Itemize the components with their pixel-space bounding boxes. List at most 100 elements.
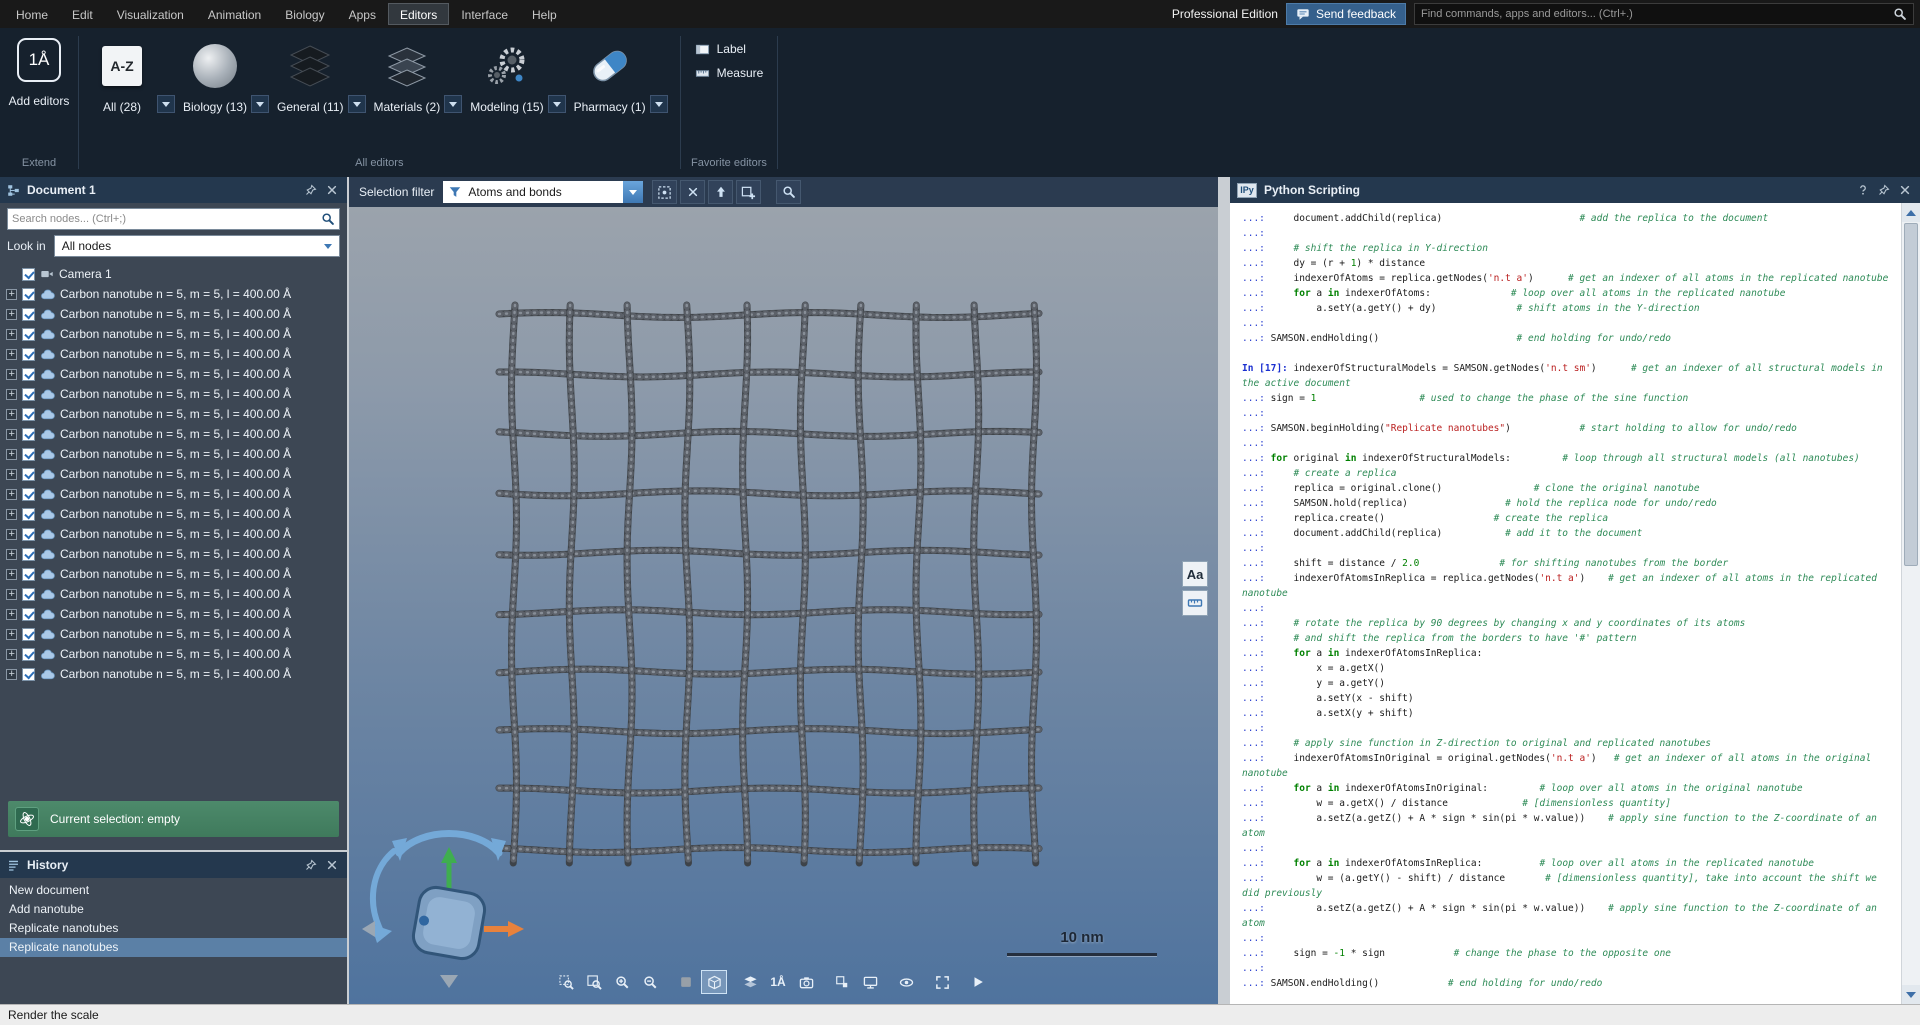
checkbox-checked[interactable] <box>22 488 35 501</box>
expand-icon[interactable] <box>6 549 17 560</box>
scroll-up-button[interactable] <box>1902 203 1920 222</box>
ribbon-category-modeling-15[interactable]: Modeling (15) <box>466 34 569 114</box>
checkbox-checked[interactable] <box>22 568 35 581</box>
expand-icon[interactable] <box>6 329 17 340</box>
tree-row-nanotube[interactable]: Carbon nanotube n = 5, m = 5, l = 400.00… <box>0 484 347 504</box>
visibility-button[interactable] <box>893 970 919 994</box>
checkbox-checked[interactable] <box>22 348 35 361</box>
checkbox-checked[interactable] <box>22 528 35 541</box>
document-tree[interactable]: Camera 1Carbon nanotube n = 5, m = 5, l … <box>0 262 347 801</box>
node-search-input[interactable] <box>12 213 321 225</box>
tree-row-nanotube[interactable]: Carbon nanotube n = 5, m = 5, l = 400.00… <box>0 404 347 424</box>
tree-row-nanotube[interactable]: Carbon nanotube n = 5, m = 5, l = 400.00… <box>0 564 347 584</box>
favorite-label[interactable]: Label <box>689 38 770 60</box>
checkbox-checked[interactable] <box>22 468 35 481</box>
expand-icon[interactable] <box>6 489 17 500</box>
tree-row-nanotube[interactable]: Carbon nanotube n = 5, m = 5, l = 400.00… <box>0 284 347 304</box>
tree-row-nanotube[interactable]: Carbon nanotube n = 5, m = 5, l = 400.00… <box>0 624 347 644</box>
expand-icon[interactable] <box>6 289 17 300</box>
checkbox-checked[interactable] <box>22 268 35 281</box>
zoom-window-button[interactable] <box>581 970 607 994</box>
ruler-display-button[interactable] <box>1182 590 1208 616</box>
checkbox-checked[interactable] <box>22 448 35 461</box>
scroll-thumb[interactable] <box>1904 223 1918 566</box>
menu-item-help[interactable]: Help <box>520 3 569 25</box>
dot-square-button[interactable] <box>829 970 855 994</box>
expand-icon[interactable] <box>6 609 17 620</box>
add-editors-button[interactable]: 1Å Add editors <box>8 34 70 108</box>
presentation-button[interactable] <box>857 970 883 994</box>
ribbon-category-materials-2[interactable]: Materials (2) <box>370 34 467 114</box>
checkbox-checked[interactable] <box>22 508 35 521</box>
tree-row-nanotube[interactable]: Carbon nanotube n = 5, m = 5, l = 400.00… <box>0 444 347 464</box>
menu-item-animation[interactable]: Animation <box>196 3 273 25</box>
fullscreen-button[interactable] <box>929 970 955 994</box>
checkbox-checked[interactable] <box>22 408 35 421</box>
close-icon[interactable] <box>324 182 340 198</box>
tree-row-nanotube[interactable]: Carbon nanotube n = 5, m = 5, l = 400.00… <box>0 524 347 544</box>
menu-item-interface[interactable]: Interface <box>449 3 520 25</box>
close-icon[interactable] <box>324 857 340 873</box>
camera-view-button[interactable] <box>793 970 819 994</box>
menu-item-biology[interactable]: Biology <box>273 3 336 25</box>
dropdown-all-28[interactable] <box>157 95 175 113</box>
command-search-field[interactable] <box>1414 3 1914 25</box>
pan-down-arrow[interactable] <box>440 975 458 988</box>
scroll-down-button[interactable] <box>1902 985 1920 1004</box>
find-button[interactable] <box>776 180 801 204</box>
history-item-replicate-nanotubes-3[interactable]: Replicate nanotubes <box>0 938 347 957</box>
add-selection-button[interactable] <box>736 180 761 204</box>
send-feedback-button[interactable]: Send feedback <box>1286 3 1406 25</box>
pin-icon[interactable] <box>303 182 319 198</box>
dropdown-pharmacy-1[interactable] <box>650 95 668 113</box>
tree-row-nanotube[interactable]: Carbon nanotube n = 5, m = 5, l = 400.00… <box>0 424 347 444</box>
checkbox-checked[interactable] <box>22 628 35 641</box>
ribbon-category-all-28[interactable]: A-ZAll (28) <box>87 34 179 114</box>
zoom-out-button[interactable] <box>637 970 663 994</box>
checkbox-checked[interactable] <box>22 668 35 681</box>
dropdown-modeling-15[interactable] <box>548 95 566 113</box>
tree-row-nanotube[interactable]: Carbon nanotube n = 5, m = 5, l = 400.00… <box>0 664 347 684</box>
checkbox-checked[interactable] <box>22 648 35 661</box>
menu-item-editors[interactable]: Editors <box>388 3 449 25</box>
box-select-button[interactable] <box>652 180 677 204</box>
history-item-new-document-0[interactable]: New document <box>0 881 347 900</box>
dropdown-general-11[interactable] <box>348 95 366 113</box>
clear-selection-button[interactable] <box>680 180 705 204</box>
tree-row-nanotube[interactable]: Carbon nanotube n = 5, m = 5, l = 400.00… <box>0 464 347 484</box>
pan-left-arrow[interactable] <box>362 921 375 937</box>
expand-icon[interactable] <box>6 669 17 680</box>
ribbon-category-pharmacy-1[interactable]: Pharmacy (1) <box>570 34 672 114</box>
viewport-canvas[interactable]: 10 nm Aa 1Å <box>349 207 1218 1004</box>
checkbox-checked[interactable] <box>22 288 35 301</box>
help-icon[interactable] <box>1855 182 1871 198</box>
tree-row-nanotube[interactable]: Carbon nanotube n = 5, m = 5, l = 400.00… <box>0 544 347 564</box>
tree-row-nanotube[interactable]: Carbon nanotube n = 5, m = 5, l = 400.00… <box>0 504 347 524</box>
expand-icon[interactable] <box>6 449 17 460</box>
navigation-gizmo[interactable] <box>354 811 544 996</box>
close-icon[interactable] <box>1897 182 1913 198</box>
favorite-measure[interactable]: Measure <box>689 62 770 84</box>
tree-row-nanotube[interactable]: Carbon nanotube n = 5, m = 5, l = 400.00… <box>0 364 347 384</box>
tree-row-nanotube[interactable]: Carbon nanotube n = 5, m = 5, l = 400.00… <box>0 324 347 344</box>
play-button[interactable] <box>965 970 991 994</box>
expand-icon[interactable] <box>6 469 17 480</box>
command-search-input[interactable] <box>1421 8 1893 20</box>
console-scrollbar[interactable] <box>1901 203 1920 1004</box>
checkbox-checked[interactable] <box>22 308 35 321</box>
menu-item-edit[interactable]: Edit <box>60 3 105 25</box>
orient-view-button[interactable] <box>701 970 727 994</box>
snapshot-button[interactable] <box>673 970 699 994</box>
scale-1a-button[interactable]: 1Å <box>765 970 791 994</box>
checkbox-checked[interactable] <box>22 608 35 621</box>
checkbox-checked[interactable] <box>22 548 35 561</box>
ribbon-category-biology-13[interactable]: Biology (13) <box>179 34 273 114</box>
tree-row-nanotube[interactable]: Carbon nanotube n = 5, m = 5, l = 400.00… <box>0 304 347 324</box>
dropdown-biology-13[interactable] <box>251 95 269 113</box>
checkbox-checked[interactable] <box>22 388 35 401</box>
menu-item-home[interactable]: Home <box>4 3 60 25</box>
expand-icon[interactable] <box>6 369 17 380</box>
tree-row-nanotube[interactable]: Carbon nanotube n = 5, m = 5, l = 400.00… <box>0 344 347 364</box>
pin-icon[interactable] <box>1876 182 1892 198</box>
text-display-button[interactable]: Aa <box>1182 561 1208 587</box>
